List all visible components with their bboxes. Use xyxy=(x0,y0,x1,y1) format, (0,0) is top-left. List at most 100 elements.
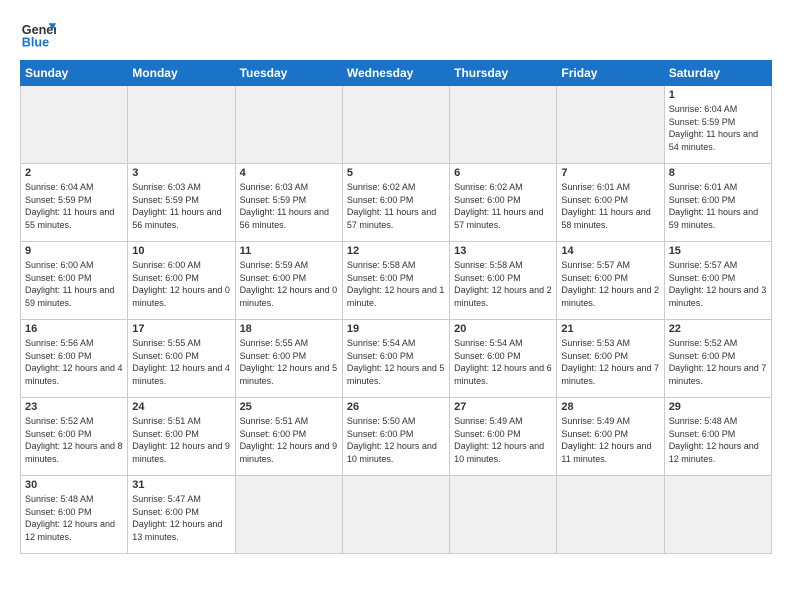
day-number: 19 xyxy=(347,323,445,335)
week-row-2: 2 Sunrise: 6:04 AM Sunset: 5:59 PM Daylig… xyxy=(21,164,772,242)
day-cell: 13Sunrise: 5:58 AM Sunset: 6:00 PM Dayli… xyxy=(450,242,557,320)
day-cell xyxy=(557,86,664,164)
day-cell xyxy=(664,476,771,554)
day-info: Sunrise: 5:54 AM Sunset: 6:00 PM Dayligh… xyxy=(347,337,445,387)
day-info: Sunrise: 6:02 AM Sunset: 6:00 PM Dayligh… xyxy=(454,181,552,231)
day-number: 24 xyxy=(132,401,230,413)
day-cell: 1 Sunrise: 6:04 AM Sunset: 5:59 PM Daylig… xyxy=(664,86,771,164)
day-cell xyxy=(557,476,664,554)
day-cell: 17 Sunrise: 5:55 AM Sunset: 6:00 PM Dayli… xyxy=(128,320,235,398)
day-cell xyxy=(235,476,342,554)
day-number: 13 xyxy=(454,245,552,257)
day-cell: 21Sunrise: 5:53 AM Sunset: 6:00 PM Dayli… xyxy=(557,320,664,398)
day-info: Sunrise: 6:03 AM Sunset: 5:59 PM Dayligh… xyxy=(132,181,230,231)
calendar-header-row: SundayMondayTuesdayWednesdayThursdayFrid… xyxy=(21,61,772,86)
day-info: Sunrise: 5:58 AM Sunset: 6:00 PM Dayligh… xyxy=(347,259,445,309)
day-info: Sunrise: 5:57 AM Sunset: 6:00 PM Dayligh… xyxy=(669,259,767,309)
day-number: 14 xyxy=(561,245,659,257)
day-cell xyxy=(450,86,557,164)
logo: General Blue xyxy=(20,16,56,52)
day-info: Sunrise: 6:02 AM Sunset: 6:00 PM Dayligh… xyxy=(347,181,445,231)
day-number: 8 xyxy=(669,167,767,179)
week-row-4: 16 Sunrise: 5:56 AM Sunset: 6:00 PM Dayli… xyxy=(21,320,772,398)
day-info: Sunrise: 5:51 AM Sunset: 6:00 PM Dayligh… xyxy=(132,415,230,465)
day-cell: 16 Sunrise: 5:56 AM Sunset: 6:00 PM Dayli… xyxy=(21,320,128,398)
day-info: Sunrise: 5:55 AM Sunset: 6:00 PM Dayligh… xyxy=(240,337,338,387)
day-number: 15 xyxy=(669,245,767,257)
day-cell: 2 Sunrise: 6:04 AM Sunset: 5:59 PM Daylig… xyxy=(21,164,128,242)
day-cell: 4 Sunrise: 6:03 AM Sunset: 5:59 PM Daylig… xyxy=(235,164,342,242)
day-number: 10 xyxy=(132,245,230,257)
day-info: Sunrise: 6:00 AM Sunset: 6:00 PM Dayligh… xyxy=(25,259,123,309)
day-number: 23 xyxy=(25,401,123,413)
day-cell: 24 Sunrise: 5:51 AM Sunset: 6:00 PM Dayli… xyxy=(128,398,235,476)
day-cell xyxy=(450,476,557,554)
day-cell: 19 Sunrise: 5:54 AM Sunset: 6:00 PM Dayli… xyxy=(342,320,449,398)
day-number: 9 xyxy=(25,245,123,257)
day-number: 16 xyxy=(25,323,123,335)
day-info: Sunrise: 6:01 AM Sunset: 6:00 PM Dayligh… xyxy=(561,181,659,231)
logo-icon: General Blue xyxy=(20,16,56,52)
day-number: 18 xyxy=(240,323,338,335)
day-cell: 11 Sunrise: 5:59 AM Sunset: 6:00 PM Dayli… xyxy=(235,242,342,320)
week-row-5: 23 Sunrise: 5:52 AM Sunset: 6:00 PM Dayli… xyxy=(21,398,772,476)
day-number: 27 xyxy=(454,401,552,413)
day-info: Sunrise: 5:56 AM Sunset: 6:00 PM Dayligh… xyxy=(25,337,123,387)
week-row-6: 30 Sunrise: 5:48 AM Sunset: 6:00 PM Dayli… xyxy=(21,476,772,554)
day-cell: 27 Sunrise: 5:49 AM Sunset: 6:00 PM Dayli… xyxy=(450,398,557,476)
day-info: Sunrise: 5:55 AM Sunset: 6:00 PM Dayligh… xyxy=(132,337,230,387)
col-header-wednesday: Wednesday xyxy=(342,61,449,86)
day-cell: 9 Sunrise: 6:00 AM Sunset: 6:00 PM Daylig… xyxy=(21,242,128,320)
day-cell: 22Sunrise: 5:52 AM Sunset: 6:00 PM Dayli… xyxy=(664,320,771,398)
day-cell: 14Sunrise: 5:57 AM Sunset: 6:00 PM Dayli… xyxy=(557,242,664,320)
day-cell: 8Sunrise: 6:01 AM Sunset: 6:00 PM Daylig… xyxy=(664,164,771,242)
header: General Blue xyxy=(20,16,772,52)
day-cell: 12 Sunrise: 5:58 AM Sunset: 6:00 PM Dayli… xyxy=(342,242,449,320)
day-cell xyxy=(21,86,128,164)
day-cell: 3Sunrise: 6:03 AM Sunset: 5:59 PM Daylig… xyxy=(128,164,235,242)
day-cell: 15 Sunrise: 5:57 AM Sunset: 6:00 PM Dayli… xyxy=(664,242,771,320)
day-cell: 7 Sunrise: 6:01 AM Sunset: 6:00 PM Daylig… xyxy=(557,164,664,242)
svg-text:Blue: Blue xyxy=(22,36,49,50)
day-info: Sunrise: 6:03 AM Sunset: 5:59 PM Dayligh… xyxy=(240,181,338,231)
day-number: 4 xyxy=(240,167,338,179)
day-number: 31 xyxy=(132,479,230,491)
day-cell: 6 Sunrise: 6:02 AM Sunset: 6:00 PM Daylig… xyxy=(450,164,557,242)
day-info: Sunrise: 5:52 AM Sunset: 6:00 PM Dayligh… xyxy=(25,415,123,465)
calendar-table: SundayMondayTuesdayWednesdayThursdayFrid… xyxy=(20,60,772,554)
day-cell: 25 Sunrise: 5:51 AM Sunset: 6:00 PM Dayli… xyxy=(235,398,342,476)
day-info: Sunrise: 5:47 AM Sunset: 6:00 PM Dayligh… xyxy=(132,493,230,543)
day-info: Sunrise: 6:04 AM Sunset: 5:59 PM Dayligh… xyxy=(669,103,767,153)
day-cell: 18 Sunrise: 5:55 AM Sunset: 6:00 PM Dayli… xyxy=(235,320,342,398)
day-number: 20 xyxy=(454,323,552,335)
week-row-1: 1 Sunrise: 6:04 AM Sunset: 5:59 PM Daylig… xyxy=(21,86,772,164)
day-info: Sunrise: 5:48 AM Sunset: 6:00 PM Dayligh… xyxy=(25,493,123,543)
day-number: 29 xyxy=(669,401,767,413)
day-cell: 30 Sunrise: 5:48 AM Sunset: 6:00 PM Dayli… xyxy=(21,476,128,554)
day-number: 21 xyxy=(561,323,659,335)
day-info: Sunrise: 5:49 AM Sunset: 6:00 PM Dayligh… xyxy=(454,415,552,465)
col-header-thursday: Thursday xyxy=(450,61,557,86)
day-number: 25 xyxy=(240,401,338,413)
day-number: 11 xyxy=(240,245,338,257)
day-number: 6 xyxy=(454,167,552,179)
day-cell xyxy=(128,86,235,164)
day-number: 17 xyxy=(132,323,230,335)
day-number: 12 xyxy=(347,245,445,257)
day-info: Sunrise: 5:51 AM Sunset: 6:00 PM Dayligh… xyxy=(240,415,338,465)
day-info: Sunrise: 5:59 AM Sunset: 6:00 PM Dayligh… xyxy=(240,259,338,309)
day-number: 1 xyxy=(669,89,767,101)
day-number: 30 xyxy=(25,479,123,491)
day-number: 5 xyxy=(347,167,445,179)
day-cell: 20Sunrise: 5:54 AM Sunset: 6:00 PM Dayli… xyxy=(450,320,557,398)
day-number: 7 xyxy=(561,167,659,179)
day-cell xyxy=(235,86,342,164)
day-number: 28 xyxy=(561,401,659,413)
day-number: 2 xyxy=(25,167,123,179)
day-info: Sunrise: 5:49 AM Sunset: 6:00 PM Dayligh… xyxy=(561,415,659,465)
day-cell xyxy=(342,86,449,164)
day-cell xyxy=(342,476,449,554)
day-number: 22 xyxy=(669,323,767,335)
day-info: Sunrise: 6:04 AM Sunset: 5:59 PM Dayligh… xyxy=(25,181,123,231)
day-cell: 10Sunrise: 6:00 AM Sunset: 6:00 PM Dayli… xyxy=(128,242,235,320)
